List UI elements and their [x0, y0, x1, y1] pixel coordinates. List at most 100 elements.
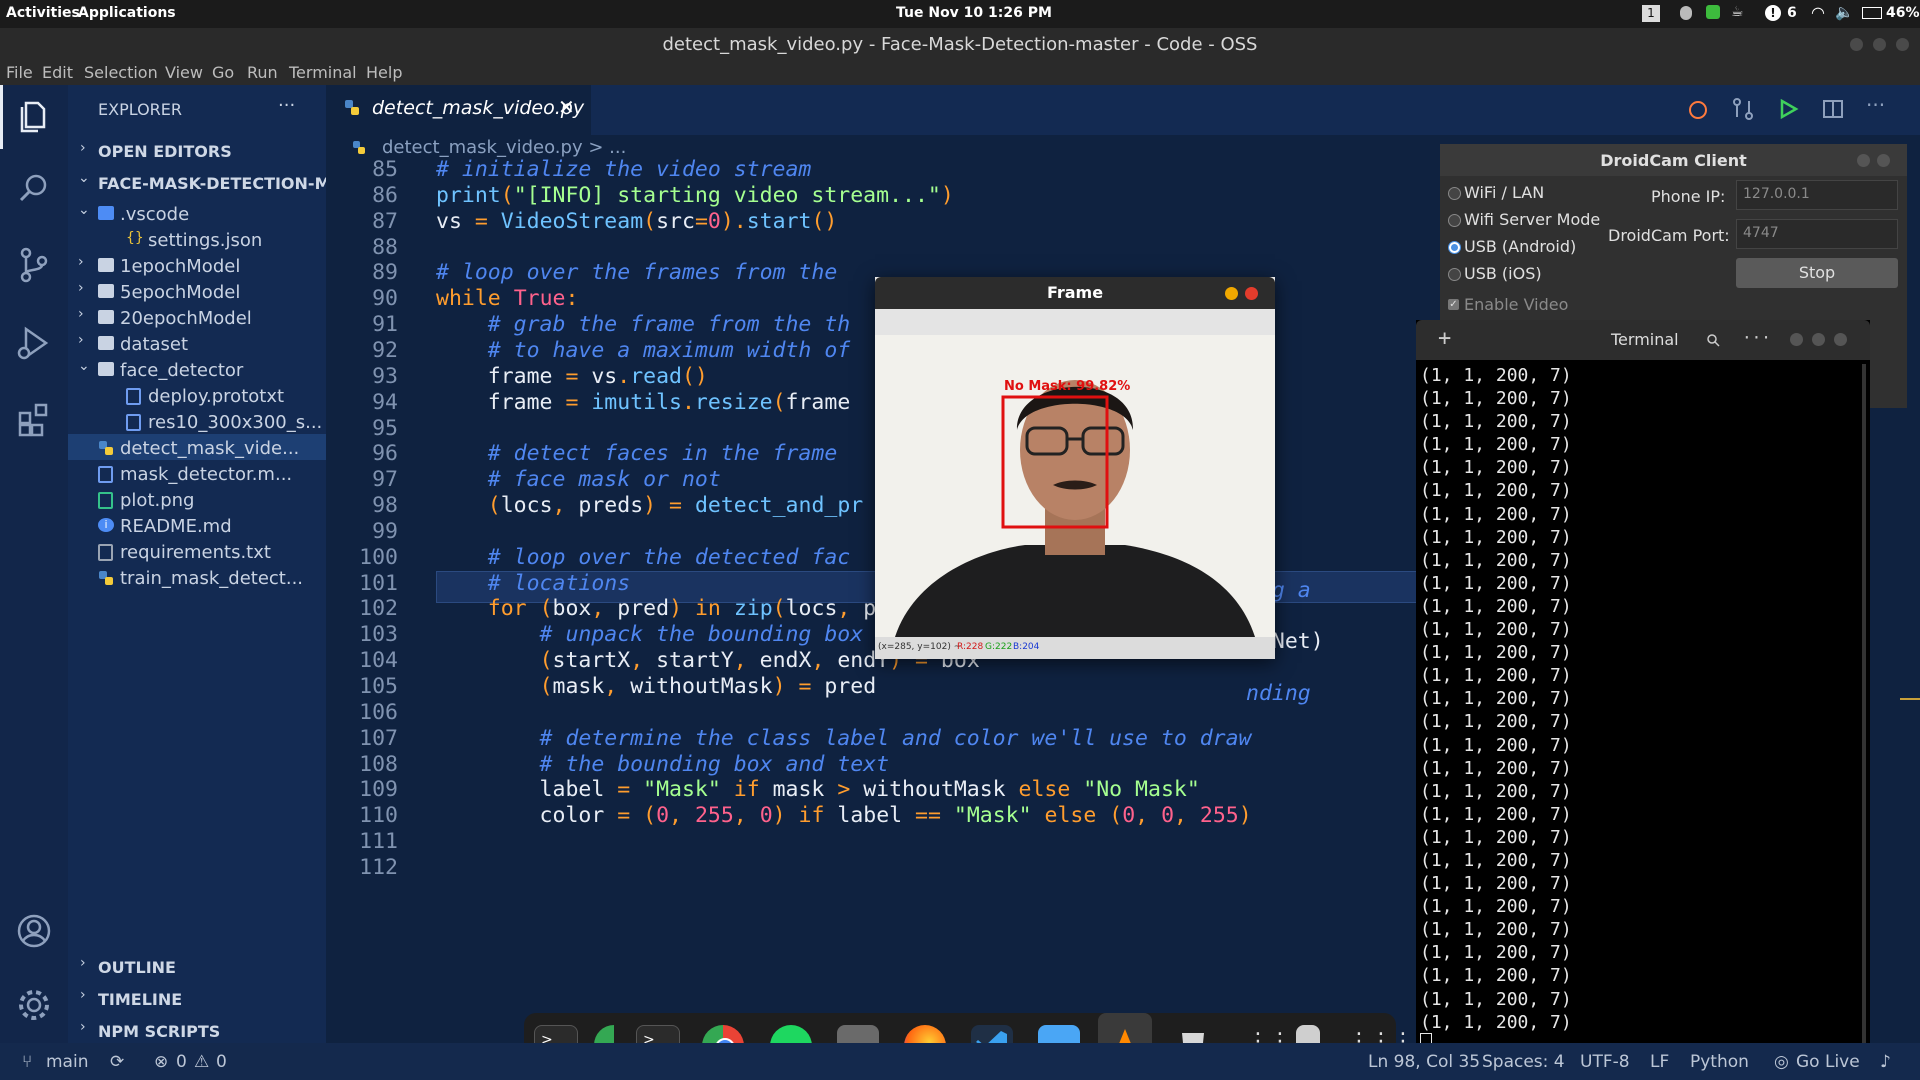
copilot-icon[interactable] — [1686, 97, 1710, 121]
error-icon[interactable]: ⊗ — [154, 1052, 168, 1072]
tree-item[interactable]: plot.png — [120, 490, 194, 511]
breadcrumb-path[interactable]: detect_mask_video.py > ... — [382, 137, 626, 158]
radio-usb-android[interactable] — [1448, 241, 1461, 254]
outline-section[interactable]: OUTLINE — [98, 958, 176, 977]
chevron-down-icon[interactable]: ⌄ — [78, 170, 90, 186]
compare-changes-icon[interactable] — [1731, 97, 1755, 121]
maximize-button[interactable] — [1873, 38, 1886, 51]
settings-gear-icon[interactable] — [14, 985, 54, 1025]
warning-count[interactable]: 0 — [216, 1052, 227, 1072]
option-usb-android[interactable]: USB (Android) — [1464, 237, 1576, 256]
update-icon[interactable]: ☕ — [1731, 4, 1744, 20]
npm-scripts-section[interactable]: NPM SCRIPTS — [98, 1022, 220, 1041]
encoding[interactable]: UTF-8 — [1580, 1052, 1630, 1072]
menu-terminal[interactable]: Terminal — [289, 63, 357, 82]
tree-item[interactable]: .vscode — [120, 204, 189, 225]
tree-item[interactable]: mask_detector.m... — [120, 464, 292, 485]
project-root[interactable]: FACE-MASK-DETECTION-MA... — [98, 174, 361, 193]
new-tab-button[interactable]: + — [1438, 326, 1451, 351]
error-count[interactable]: 0 — [176, 1052, 187, 1072]
maximize-button[interactable] — [1812, 333, 1825, 346]
cursor-position[interactable]: Ln 98, Col 35 — [1368, 1052, 1480, 1072]
tab-detect-mask-video[interactable]: detect_mask_video.py ✕ — [326, 85, 591, 135]
chevron-right-icon[interactable]: › — [78, 306, 84, 322]
go-live-button[interactable]: Go Live — [1796, 1052, 1860, 1072]
terminal-scrollbar[interactable] — [1862, 364, 1866, 1054]
applications-menu[interactable]: Applications — [78, 5, 176, 21]
radio-wifi-lan[interactable] — [1448, 187, 1461, 200]
frame-window[interactable]: Frame No Mask: 99.82% (x=285, y=102) ~ R… — [875, 277, 1275, 659]
open-editors-section[interactable]: OPEN EDITORS — [98, 142, 232, 161]
close-window-button[interactable] — [1896, 38, 1909, 51]
volume-icon[interactable]: 🔈 — [1835, 3, 1854, 21]
menu-file[interactable]: File — [6, 63, 33, 82]
notifications-bell-icon[interactable]: ♪ — [1880, 1052, 1891, 1072]
close-button[interactable] — [1877, 154, 1890, 167]
account-icon[interactable] — [14, 911, 54, 951]
tree-item[interactable]: requirements.txt — [120, 542, 271, 563]
chevron-right-icon[interactable]: › — [78, 280, 84, 296]
workspace-indicator[interactable]: 1 — [1642, 5, 1660, 22]
timeline-section[interactable]: TIMELINE — [98, 990, 182, 1009]
tree-item[interactable]: settings.json — [148, 230, 262, 251]
terminal-menu-button[interactable]: ··· — [1742, 328, 1771, 347]
more-actions-button[interactable]: ··· — [1866, 93, 1885, 117]
menu-view[interactable]: View — [165, 63, 203, 82]
broadcast-icon[interactable]: ◎ — [1774, 1052, 1789, 1072]
split-editor-icon[interactable] — [1821, 97, 1845, 121]
close-tab-icon[interactable]: ✕ — [558, 95, 575, 119]
tree-item[interactable]: res10_300x300_s... — [148, 412, 322, 433]
radio-usb-ios[interactable] — [1448, 268, 1461, 281]
tree-item[interactable]: 5epochModel — [120, 282, 240, 303]
enable-video-checkbox[interactable]: ✓ — [1448, 299, 1459, 310]
explorer-icon[interactable] — [14, 95, 54, 135]
chevron-right-icon[interactable]: › — [78, 254, 84, 270]
info-icon[interactable]: ! — [1765, 5, 1781, 21]
terminal-window[interactable]: + Terminal ··· (1, 1, 200, 7) (1, 1, 200,… — [1416, 320, 1870, 1056]
warning-icon[interactable]: ⚠ — [194, 1052, 209, 1072]
chevron-right-icon[interactable]: › — [78, 332, 84, 348]
minimize-button[interactable] — [1790, 333, 1803, 346]
stop-button[interactable]: Stop — [1736, 258, 1898, 288]
branch-icon[interactable]: ⑂ — [22, 1052, 32, 1072]
run-file-icon[interactable] — [1776, 97, 1800, 121]
source-control-icon[interactable] — [14, 245, 54, 285]
search-icon[interactable] — [14, 169, 54, 209]
close-button[interactable] — [1245, 287, 1258, 300]
minimize-button[interactable] — [1225, 287, 1238, 300]
tree-item[interactable]: 20epochModel — [120, 308, 252, 329]
option-usb-ios[interactable]: USB (iOS) — [1464, 264, 1542, 283]
clock[interactable]: Tue Nov 10 1:26 PM — [896, 5, 1052, 21]
chevron-down-icon[interactable]: ⌄ — [78, 202, 90, 218]
menu-run[interactable]: Run — [247, 63, 278, 82]
menu-help[interactable]: Help — [366, 63, 402, 82]
sync-icon[interactable]: ⟳ — [110, 1052, 124, 1072]
language-mode[interactable]: Python — [1690, 1052, 1749, 1072]
tree-item[interactable]: train_mask_detect... — [120, 568, 303, 589]
minimize-button[interactable] — [1850, 38, 1863, 51]
chevron-right-icon[interactable]: › — [80, 955, 86, 971]
menu-selection[interactable]: Selection — [84, 63, 158, 82]
chevron-right-icon[interactable]: › — [80, 987, 86, 1003]
option-wifi-lan[interactable]: WiFi / LAN — [1464, 183, 1544, 202]
wifi-icon[interactable]: ◠ — [1811, 3, 1825, 22]
chevron-right-icon[interactable]: › — [80, 140, 86, 156]
tray-app-icon[interactable] — [1706, 5, 1720, 19]
tree-item[interactable]: README.md — [120, 516, 232, 537]
tree-item[interactable]: dataset — [120, 334, 188, 355]
tree-item[interactable]: detect_mask_vide... — [120, 438, 299, 459]
git-branch[interactable]: main — [46, 1052, 88, 1072]
explorer-more-button[interactable]: ··· — [278, 95, 295, 116]
menu-edit[interactable]: Edit — [42, 63, 73, 82]
close-button[interactable] — [1834, 333, 1847, 346]
tree-item[interactable]: deploy.prototxt — [148, 386, 284, 407]
frame-title-bar[interactable]: Frame — [875, 277, 1275, 309]
menu-go[interactable]: Go — [212, 63, 234, 82]
radio-wifi-server[interactable] — [1448, 214, 1461, 227]
droidcam-title-bar[interactable]: DroidCam Client — [1440, 144, 1907, 176]
run-debug-icon[interactable] — [14, 323, 54, 363]
option-wifi-server[interactable]: Wifi Server Mode — [1464, 210, 1600, 229]
chevron-down-icon[interactable]: ⌄ — [78, 358, 90, 374]
minimize-button[interactable] — [1857, 154, 1870, 167]
extensions-icon[interactable] — [14, 399, 54, 439]
